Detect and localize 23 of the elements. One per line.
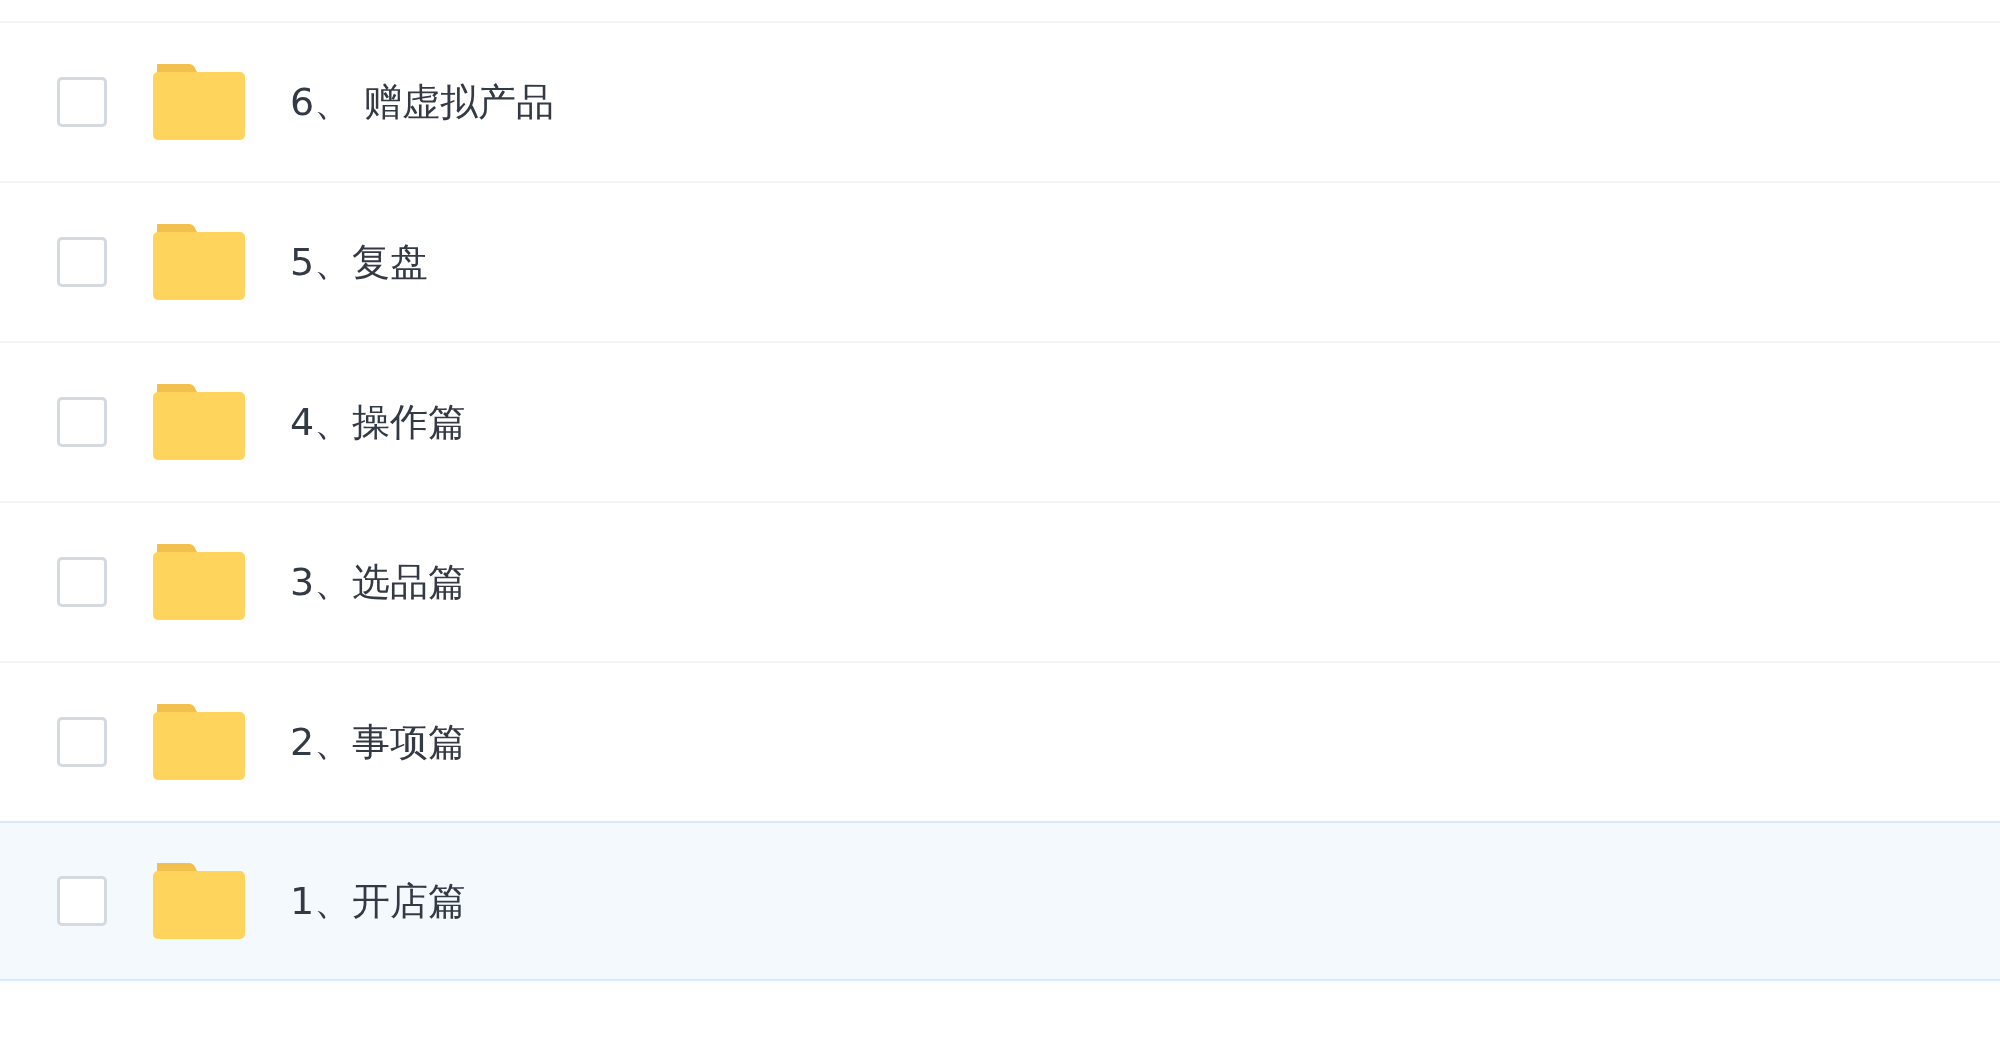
- checkbox[interactable]: [57, 397, 107, 447]
- folder-icon: [153, 863, 245, 939]
- checkbox[interactable]: [57, 557, 107, 607]
- folder-row[interactable]: 6、 赠虚拟产品: [0, 23, 2000, 183]
- checkbox[interactable]: [57, 876, 107, 926]
- folder-row[interactable]: 5、复盘: [0, 183, 2000, 343]
- folder-name[interactable]: 6、 赠虚拟产品: [290, 73, 555, 131]
- folder-name[interactable]: 2、事项篇: [290, 713, 467, 771]
- folder-icon: [153, 384, 245, 460]
- folder-icon: [153, 64, 245, 140]
- folder-icon: [153, 704, 245, 780]
- folder-row[interactable]: 3、选品篇: [0, 503, 2000, 663]
- checkbox[interactable]: [57, 717, 107, 767]
- folder-icon: [153, 224, 245, 300]
- folder-row[interactable]: 4、操作篇: [0, 343, 2000, 503]
- folder-name[interactable]: 4、操作篇: [290, 393, 467, 451]
- folder-name[interactable]: 1、开店篇: [290, 872, 467, 930]
- folder-name[interactable]: 3、选品篇: [290, 553, 467, 611]
- checkbox[interactable]: [57, 237, 107, 287]
- folder-name[interactable]: 5、复盘: [290, 233, 429, 291]
- checkbox[interactable]: [57, 77, 107, 127]
- folder-icon: [153, 544, 245, 620]
- folder-row[interactable]: 1、开店篇: [0, 821, 2000, 981]
